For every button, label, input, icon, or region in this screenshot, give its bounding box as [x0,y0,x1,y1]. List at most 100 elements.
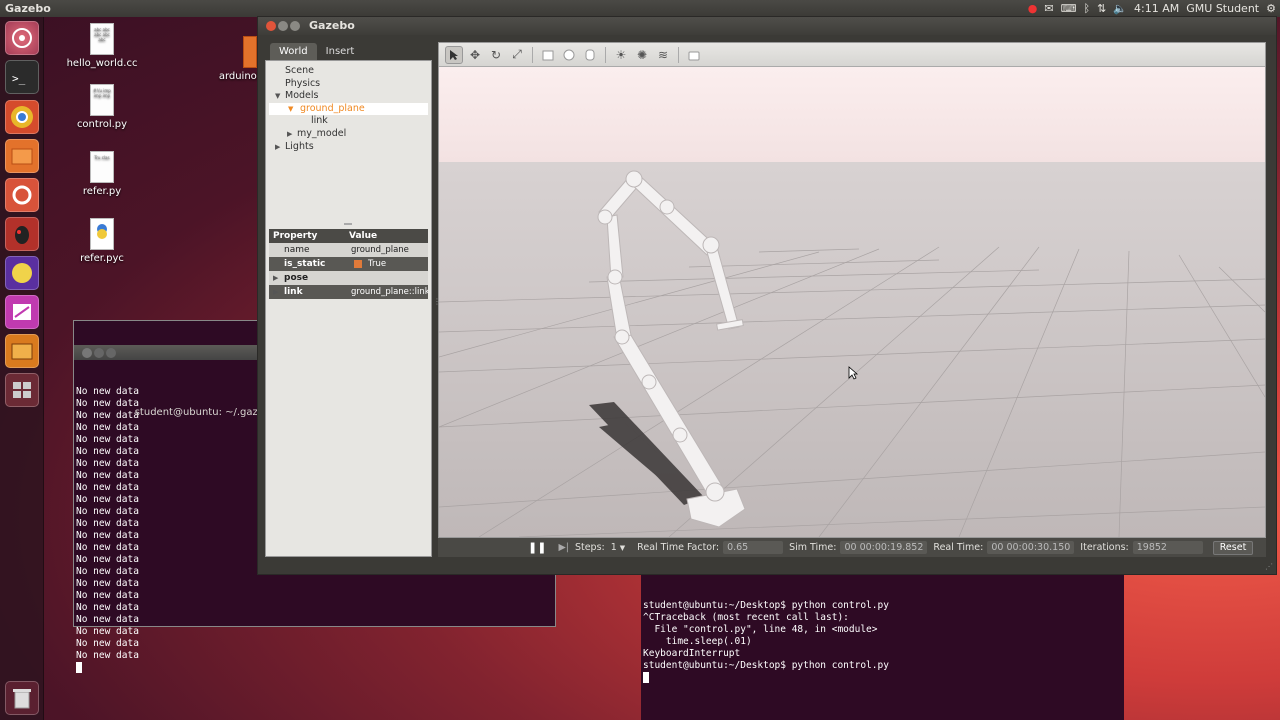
minimize-icon[interactable] [278,21,288,31]
game-icon[interactable] [5,256,39,290]
chevron-right-icon[interactable]: ▶ [273,271,278,285]
screenshot-icon[interactable] [685,46,703,64]
3d-viewport[interactable]: ✥ ↻ ⤢ ☀ ✺ ≋ [438,42,1266,538]
scale-icon[interactable]: ⤢ [508,46,526,64]
world-tree: Scene Physics ▼ Models ▼ ground_plane link… [266,65,431,153]
minimize-icon[interactable] [94,348,104,358]
desktop-icon-control-py[interactable]: #!/u imp imp imp control.py [62,84,142,130]
resize-grip-icon[interactable]: ⋰ [1265,562,1273,571]
viewport-toolbar: ✥ ↻ ⤢ ☀ ✺ ≋ [439,43,1265,67]
chevron-right-icon[interactable]: ▶ [275,141,280,154]
terminal-output[interactable]: student@ubuntu:~/Desktop$ python control… [643,600,1122,684]
gazebo-titlebar[interactable]: Gazebo [258,17,1276,35]
real-time-label: Real Time: [933,542,984,553]
steps-label: Steps: [574,542,605,553]
sphere-icon[interactable] [560,46,578,64]
user-menu[interactable]: GMU Student [1186,2,1259,15]
tree-item-physics[interactable]: Physics [266,78,431,91]
property-key: name [284,245,310,255]
bug-icon[interactable] [5,217,39,251]
gear-icon[interactable]: ⚙ [1266,2,1276,15]
chromium-icon[interactable] [5,100,39,134]
dash-home-icon[interactable] [5,21,39,55]
property-key: link [284,287,303,297]
property-header: Property Value [269,229,428,243]
desktop-icon-refer-pyc[interactable]: refer.pyc [62,218,142,264]
property-row-name[interactable]: name ground_plane [269,243,428,257]
top-panel: Gazebo ● ✉ ⌨ ᛒ ⇅ 🔈 4:11 AM GMU Student ⚙ [0,0,1280,17]
chevron-right-icon[interactable]: ▶ [273,285,278,299]
rtf-label: Real Time Factor: [637,542,720,553]
property-row-link[interactable]: ▶ link ground_plane::link [269,285,428,299]
document-icon: abc abc abc abc abc [90,23,114,55]
reset-button[interactable]: Reset [1212,540,1254,555]
tree-item-ground-plane[interactable]: ▼ ground_plane [269,102,428,116]
toolbar-divider [605,46,606,63]
tree-item-link[interactable]: link [266,115,431,128]
terminal-line: student@ubuntu:~/Desktop$ python control… [643,660,889,671]
panel-splitter-handle[interactable] [344,223,352,225]
property-row-pose[interactable]: ▶ pose [269,271,428,285]
property-row-is-static[interactable]: is_static True [269,257,428,271]
property-key: pose [284,273,309,283]
checkbox-checked-icon[interactable] [354,259,362,268]
toolbar-divider [532,46,533,63]
select-icon[interactable] [445,45,463,64]
terminal-icon[interactable]: >_ [5,60,39,94]
property-value: True [349,257,428,271]
tree-item-lights[interactable]: ▶ Lights [266,141,431,154]
translate-icon[interactable]: ✥ [466,46,484,64]
terminal-line: No new data [76,614,139,625]
terminal-window-desktop[interactable]: student@ubuntu:~/Desktop$ python control… [641,575,1124,720]
step-icon[interactable]: ▶| [558,542,569,553]
tab-insert[interactable]: Insert [317,43,364,60]
terminal-line: No new data [76,650,139,661]
world-panel: Scene Physics ▼ Models ▼ ground_plane link… [265,60,432,557]
terminal-line: No new data [76,638,139,649]
chevron-down-icon[interactable]: ▼ [275,90,280,103]
mail-icon[interactable]: ✉ [1044,2,1053,15]
maximize-icon[interactable] [106,348,116,358]
desktop-icon-hello-world[interactable]: abc abc abc abc abc hello_world.cc [62,23,142,69]
keyboard-icon[interactable]: ⌨ [1061,2,1077,15]
close-icon[interactable] [266,21,276,31]
steps-spinner[interactable]: 1 [611,542,617,553]
workspaces-icon[interactable] [5,373,39,407]
editor-icon[interactable] [5,295,39,329]
chevron-right-icon[interactable]: ▶ [287,128,292,141]
software-icon[interactable] [5,334,39,368]
cylinder-icon[interactable] [581,46,599,64]
rotate-icon[interactable]: ↻ [487,46,505,64]
chevron-down-icon[interactable]: ▼ [620,544,625,552]
network-icon[interactable]: ⇅ [1097,2,1106,15]
bluetooth-icon[interactable]: ᛒ [1084,2,1091,15]
box-icon[interactable] [539,46,557,64]
property-value: ground_plane [351,245,409,255]
trash-icon[interactable] [5,681,39,715]
iterations-value: 19852 [1132,541,1203,554]
simulation-status-bar: ❚❚ ▶| Steps: 1 ▼ Real Time Factor: 0.65 … [438,538,1266,557]
close-icon[interactable] [82,348,92,358]
panel-tabs: World Insert [270,43,363,60]
desktop-icon-refer-py[interactable]: Tru clas refer.py [62,151,142,197]
terminal-cursor [643,672,1122,684]
chevron-down-icon[interactable]: ▼ [288,103,293,116]
directional-light-icon[interactable]: ≋ [654,46,672,64]
folder-icon [243,36,257,68]
maximize-icon[interactable] [290,21,300,31]
pause-icon[interactable]: ❚❚ [528,541,546,554]
clock[interactable]: 4:11 AM [1134,2,1179,15]
tab-world[interactable]: World [270,43,317,60]
volume-icon[interactable]: 🔈 [1113,2,1127,15]
tree-item-my-model[interactable]: ▶ my_model [266,128,431,141]
sim-time-value: 00 00:00:19.852 [840,541,928,554]
files-icon[interactable] [5,139,39,173]
simulation-scene[interactable] [439,67,1265,537]
spot-light-icon[interactable]: ✺ [633,46,651,64]
point-light-icon[interactable]: ☀ [612,46,630,64]
tree-item-scene[interactable]: Scene [266,65,431,78]
tree-item-models[interactable]: ▼ Models [266,90,431,103]
window-title: Gazebo [309,19,355,32]
record-icon[interactable]: ● [1028,2,1038,15]
settings-icon[interactable] [5,178,39,212]
